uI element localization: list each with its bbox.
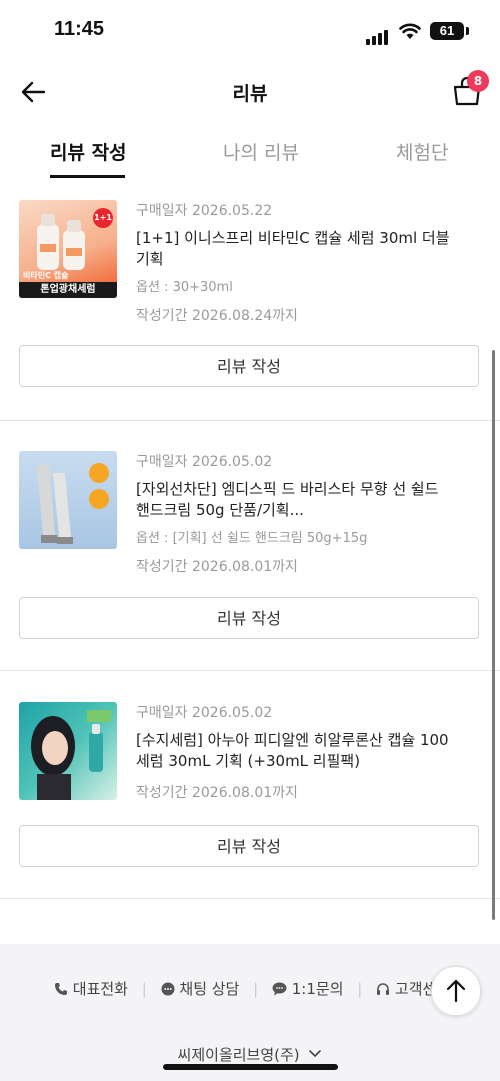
tab-my-reviews[interactable]: 나의 리뷰: [223, 138, 299, 165]
hand-cream-tubes-illustration: [37, 463, 109, 544]
company-info-toggle[interactable]: 씨제이올리브영(주): [0, 1044, 500, 1065]
battery-icon: 61: [430, 22, 464, 40]
headset-icon: [377, 983, 390, 995]
tab-experience-group[interactable]: 체험단: [396, 138, 448, 165]
chat-bubble-icon: [161, 982, 175, 996]
divider: [0, 420, 500, 421]
product-option: 옵션 : 30+30ml: [136, 280, 233, 295]
order-info: 구매일자 2026.05.22 [1+1] 이니스프리 비타민C 캡슐 세럼 3…: [136, 200, 456, 325]
status-time: 11:45: [54, 18, 105, 40]
one-plus-one-tag: 1+1: [93, 208, 113, 228]
status-bar: 11:45 61: [0, 0, 500, 62]
write-review-button[interactable]: 리뷰 작성: [19, 597, 479, 639]
review-deadline: 작성기간 2026.08.01까지: [136, 559, 298, 575]
divider: [0, 898, 500, 899]
write-review-button[interactable]: 리뷰 작성: [19, 345, 479, 387]
cellular-signal-icon: [366, 26, 390, 45]
product-option: 옵션 : [기획] 선 쉴드 핸드크림 50g+15g: [136, 531, 368, 546]
scrollbar[interactable]: [492, 350, 495, 920]
separator: |: [357, 980, 363, 998]
arrow-up-icon: [446, 979, 466, 1003]
top-header: 리뷰 8: [0, 62, 500, 122]
company-name: 씨제이올리브영(주): [177, 1046, 300, 1064]
thumb-banner: 톤업광채세럼: [19, 282, 117, 298]
order-info: 구매일자 2026.05.02 [수지세럼] 아누아 피디알엔 히알루론산 캡슐…: [136, 702, 456, 802]
separator: |: [253, 980, 259, 998]
footer-link-label: 대표전화: [72, 980, 128, 998]
scroll-to-top-button[interactable]: [431, 966, 481, 1016]
review-tabs: 리뷰 작성 나의 리뷰 체험단: [0, 122, 500, 178]
cart-count-badge: 8: [467, 70, 489, 92]
product-name[interactable]: [수지세럼] 아누아 피디알엔 히알루론산 캡슐 100 세럼 30mL 기획 …: [136, 730, 456, 772]
wifi-icon: [399, 23, 421, 39]
chevron-down-icon: [309, 1050, 322, 1058]
purchase-date: 구매일자 2026.05.02: [136, 454, 273, 470]
footer-link-inquiry[interactable]: 1:1문의: [267, 980, 348, 998]
home-indicator[interactable]: [163, 1064, 338, 1070]
purchase-date: 구매일자 2026.05.22: [136, 203, 273, 219]
phone-icon: [55, 983, 67, 995]
product-name[interactable]: [자외선차단] 엠디스픽 드 바리스타 무향 선 쉴드 핸드크림 50g 단품/…: [136, 479, 456, 521]
battery-tip: [466, 27, 469, 35]
footer-link-phone[interactable]: 대표전화: [54, 980, 133, 998]
footer: 대표전화 | 채팅 상담 | 1:1문의 | 고객센 씨제이올리브영(주): [0, 944, 500, 1081]
product-image[interactable]: [19, 702, 117, 800]
product-image[interactable]: [19, 451, 117, 549]
footer-link-customer-center[interactable]: 고객센: [371, 980, 436, 998]
write-review-button[interactable]: 리뷰 작성: [19, 825, 479, 867]
divider: [0, 670, 500, 671]
model-with-serum-illustration: [31, 710, 111, 800]
tab-write-review[interactable]: 리뷰 작성: [50, 138, 127, 165]
footer-link-label: 채팅 상담: [179, 980, 240, 998]
footer-link-label: 1:1문의: [291, 980, 344, 998]
footer-link-chat[interactable]: 채팅 상담: [156, 980, 244, 998]
footer-links: 대표전화 | 채팅 상담 | 1:1문의 | 고객센: [54, 978, 436, 999]
review-deadline: 작성기간 2026.08.24까지: [136, 308, 298, 324]
active-tab-indicator: [50, 175, 125, 178]
separator: |: [141, 980, 147, 998]
order-info: 구매일자 2026.05.02 [자외선차단] 엠디스픽 드 바리스타 무향 선…: [136, 451, 456, 576]
page-title: 리뷰: [232, 83, 268, 105]
product-name[interactable]: [1+1] 이니스프리 비타민C 캡슐 세럼 30ml 더블 기획: [136, 228, 456, 270]
messages-icon: [272, 982, 287, 996]
thumb-subtitle: 비타민C 캡슐: [23, 271, 69, 280]
review-deadline: 작성기간 2026.08.01까지: [136, 785, 298, 801]
product-image[interactable]: 1+1 비타민C 캡슐 톤업광채세럼: [19, 200, 117, 298]
purchase-date: 구매일자 2026.05.02: [136, 705, 273, 721]
